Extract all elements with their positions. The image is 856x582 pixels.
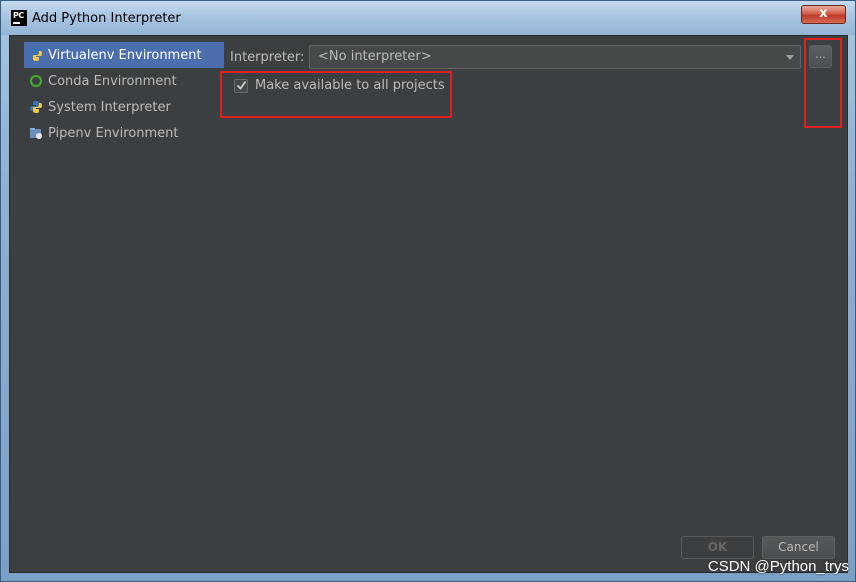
cancel-button[interactable]: Cancel (762, 536, 835, 559)
title-bar[interactable]: PC Add Python Interpreter x (1, 1, 855, 35)
interpreter-select[interactable]: <No interpreter> (309, 45, 801, 69)
conda-ring-icon (30, 75, 42, 87)
pipenv-folder-icon (30, 128, 42, 139)
sidebar-item-label: Virtualenv Environment (48, 47, 202, 63)
chevron-down-icon (786, 55, 794, 60)
sidebar-item-pipenv[interactable]: Pipenv Environment (24, 120, 224, 146)
close-button[interactable]: x (801, 5, 846, 24)
pycharm-app-icon: PC (11, 10, 27, 26)
window-title: Add Python Interpreter (32, 11, 181, 26)
annotation-highlight-checkbox (220, 71, 452, 118)
sidebar-item-label: System Interpreter (48, 99, 171, 115)
sidebar-item-virtualenv[interactable]: Virtualenv Environment (24, 42, 224, 68)
interpreter-label: Interpreter: (230, 50, 305, 65)
ok-button[interactable]: OK (681, 536, 754, 559)
interpreter-select-value: <No interpreter> (318, 49, 432, 64)
sidebar-item-label: Conda Environment (48, 73, 177, 89)
close-icon: x (819, 6, 828, 21)
sidebar-item-system[interactable]: System Interpreter (24, 94, 224, 120)
dialog-content: Virtualenv Environment Conda Environment… (9, 35, 848, 573)
dialog-window: PC Add Python Interpreter x Virtualenv E… (0, 0, 856, 582)
annotation-highlight-browse (804, 38, 842, 128)
sidebar-item-conda[interactable]: Conda Environment (24, 68, 224, 94)
sidebar-item-label: Pipenv Environment (48, 125, 179, 141)
environment-list: Virtualenv Environment Conda Environment… (24, 42, 224, 562)
python-venv-icon (30, 49, 42, 61)
python-logo-icon (30, 101, 42, 113)
watermark: CSDN @Python_trys (707, 558, 849, 575)
